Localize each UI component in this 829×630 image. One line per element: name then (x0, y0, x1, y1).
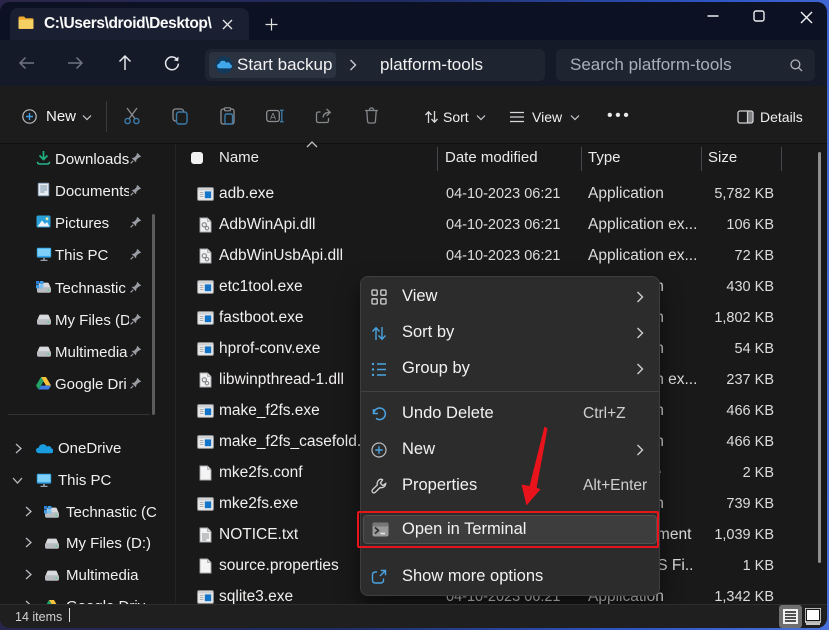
svg-text:A: A (270, 111, 276, 121)
